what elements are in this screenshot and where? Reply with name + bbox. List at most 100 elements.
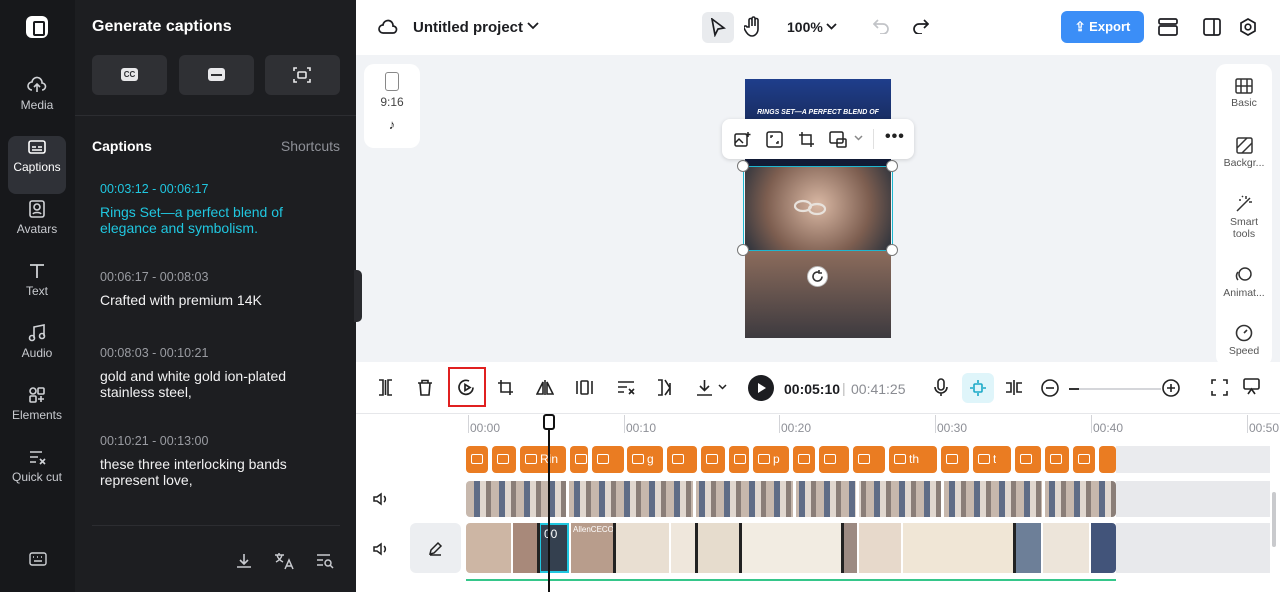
zoom-in-icon[interactable] <box>1162 379 1180 397</box>
search-captions-icon[interactable] <box>316 552 334 570</box>
play-button[interactable] <box>748 375 774 401</box>
align-center-icon[interactable] <box>1005 379 1023 396</box>
speed-curve-icon[interactable] <box>617 379 635 396</box>
subtitle-button[interactable] <box>179 55 254 95</box>
chevron-down-icon[interactable] <box>527 21 539 31</box>
canvas-caption-overlay[interactable]: RINGS SET—A PERFECT BLEND OF <box>745 109 891 116</box>
caption-entry[interactable]: 00:10:21 - 00:13:00 these three interloc… <box>100 434 330 488</box>
delete-icon[interactable] <box>417 379 433 396</box>
caption-clip[interactable] <box>729 446 749 473</box>
media-clip[interactable] <box>1091 523 1116 573</box>
caption-clip[interactable]: th <box>889 446 937 473</box>
media-clip[interactable]: AllenCECO <box>571 523 614 573</box>
caption-clip[interactable]: t <box>973 446 1011 473</box>
resize-handle[interactable] <box>886 160 898 172</box>
undo-icon[interactable] <box>873 19 890 34</box>
resize-handle[interactable] <box>737 160 749 172</box>
media-clip[interactable] <box>843 523 857 573</box>
timeline[interactable]: 00:00 00:10 00:20 00:30 00:40 00:50 Rin … <box>356 414 1280 592</box>
split-icon[interactable] <box>378 379 393 396</box>
right-item-background[interactable]: Backgr... <box>1216 137 1272 169</box>
freeze-frame-icon[interactable] <box>576 379 593 396</box>
download-icon[interactable] <box>235 552 253 570</box>
select-tool-button[interactable] <box>702 12 734 43</box>
cloud-sync-icon[interactable] <box>378 18 398 36</box>
caption-clip[interactable] <box>1015 446 1041 473</box>
caption-entry[interactable]: 00:03:12 - 00:06:17 Rings Set—a perfect … <box>100 182 330 236</box>
generate-cc-button[interactable]: CC <box>92 55 167 95</box>
media-clip[interactable] <box>903 523 1013 573</box>
caption-clip[interactable] <box>1099 446 1116 473</box>
caption-clip[interactable] <box>466 446 488 473</box>
rail-item-text[interactable]: Text <box>8 260 66 318</box>
zoom-slider[interactable] <box>1069 388 1161 390</box>
video-track[interactable] <box>466 481 1116 517</box>
rail-item-elements[interactable]: Elements <box>8 384 66 442</box>
keyboard-icon[interactable] <box>29 552 47 566</box>
selection-box[interactable] <box>743 166 893 251</box>
hand-icon[interactable] <box>744 16 762 37</box>
layout-chevron-icon[interactable] <box>854 135 863 142</box>
panel-layout-icon[interactable] <box>1203 18 1221 36</box>
trim-icon[interactable] <box>657 379 673 396</box>
rail-item-quick-cut[interactable]: Quick cut <box>7 446 67 516</box>
media-clip[interactable] <box>615 523 669 573</box>
magnet-snap-toggle[interactable] <box>962 373 994 403</box>
rail-item-captions[interactable]: Captions <box>8 136 66 194</box>
audio-track-line[interactable] <box>466 579 1116 581</box>
app-logo[interactable] <box>26 16 48 38</box>
rail-item-avatars[interactable]: Avatars <box>8 198 66 256</box>
caption-clip[interactable] <box>570 446 588 473</box>
caption-text[interactable]: Crafted with premium 14K <box>100 292 330 308</box>
replace-image-icon[interactable] <box>734 131 751 148</box>
layers-icon[interactable] <box>1158 18 1178 36</box>
media-clip[interactable] <box>697 523 739 573</box>
timeline-scrollbar[interactable] <box>1272 492 1276 547</box>
translate-icon[interactable] <box>274 552 294 570</box>
layout-icon[interactable] <box>829 131 847 148</box>
auto-caption-button[interactable] <box>265 55 340 95</box>
caption-clip[interactable] <box>853 446 885 473</box>
shortcuts-link[interactable]: Shortcuts <box>281 138 340 154</box>
media-clip[interactable] <box>1043 523 1089 573</box>
rail-item-media[interactable]: Media <box>8 74 66 132</box>
caption-entry[interactable]: 00:06:17 - 00:08:03 Crafted with premium… <box>100 270 330 308</box>
zoom-out-icon[interactable] <box>1041 379 1059 397</box>
caption-clip[interactable] <box>1045 446 1069 473</box>
fit-frame-icon[interactable] <box>766 131 783 148</box>
flip-icon[interactable] <box>536 379 554 396</box>
crop-icon[interactable] <box>798 131 815 148</box>
media-clip-selected[interactable]: 00 <box>539 523 569 573</box>
export-button[interactable]: ⇪ Export <box>1061 11 1144 43</box>
project-name[interactable]: Untitled project <box>413 19 523 36</box>
aspect-ratio-card[interactable]: 9:16 ♪ <box>364 64 420 148</box>
caption-clip[interactable] <box>592 446 624 473</box>
media-clip[interactable] <box>741 523 841 573</box>
speaker-icon[interactable] <box>373 542 389 556</box>
caption-clip[interactable] <box>667 446 697 473</box>
settings-icon[interactable] <box>1239 18 1257 36</box>
caption-text[interactable]: gold and white gold ion-plated stainless… <box>100 368 330 400</box>
panel-collapse-handle[interactable] <box>354 270 362 322</box>
edit-cover-button[interactable] <box>410 523 461 573</box>
caption-clip[interactable] <box>819 446 849 473</box>
media-clip[interactable] <box>859 523 901 573</box>
media-clip[interactable] <box>513 523 537 573</box>
redo-icon[interactable] <box>912 19 929 34</box>
zoom-level[interactable]: 100% <box>787 19 823 35</box>
caption-clip[interactable] <box>492 446 516 473</box>
playhead[interactable] <box>543 414 555 592</box>
caption-clip[interactable] <box>701 446 725 473</box>
download-chevron-icon[interactable] <box>718 384 727 391</box>
caption-text[interactable]: Rings Set—a perfect blend of elegance an… <box>100 204 330 236</box>
media-track[interactable]: 00 AllenCECO <box>466 523 1116 573</box>
rotate-handle[interactable] <box>807 266 828 287</box>
rail-item-audio[interactable]: Audio <box>8 322 66 380</box>
fullscreen-icon[interactable] <box>1211 379 1228 396</box>
right-item-animation[interactable]: Animat... <box>1216 266 1272 299</box>
media-clip[interactable] <box>466 523 511 573</box>
caption-clip[interactable]: Rin <box>520 446 566 473</box>
right-item-basic[interactable]: Basic <box>1216 78 1272 109</box>
caption-clip[interactable]: g <box>627 446 663 473</box>
caption-clip[interactable] <box>793 446 815 473</box>
